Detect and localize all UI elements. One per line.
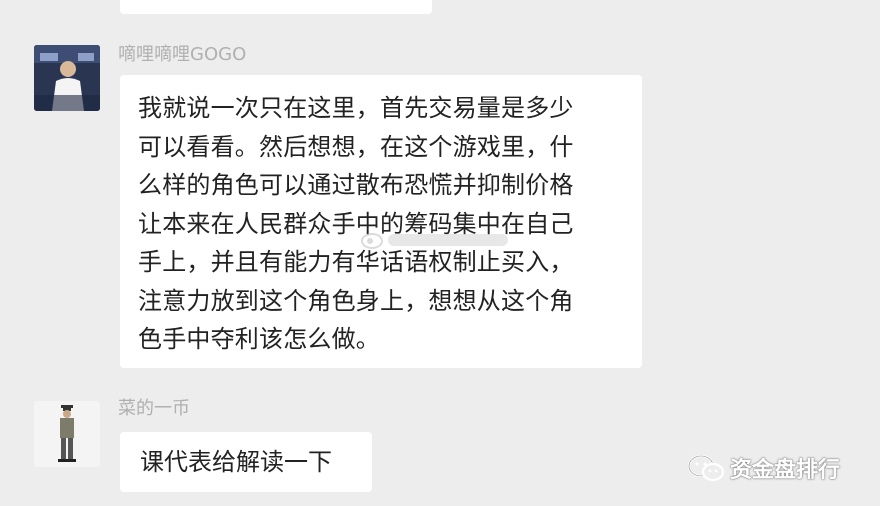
message-line: 么样的角色可以通过散布恐慌并抑制价格 [138,171,574,199]
avatar-photo-icon [34,45,100,111]
watermark-text: 资金盘排行 [730,458,841,483]
wechat-watermark: 资金盘排行 [686,452,840,484]
message-line: 我就说一次只在这里，首先交易量是多少 [138,94,574,122]
message-line: 色手中夺利该怎么做。 [138,325,380,353]
avatar-photo-icon [34,401,100,467]
previous-message-bubble [120,0,432,14]
message-text: 课代表给解读一下 [140,448,332,476]
sender-name: 嘀哩嘀哩GOGO [118,44,247,65]
avatar-sender-1[interactable] [34,45,100,111]
message-bubble[interactable]: 课代表给解读一下 [120,432,372,492]
message-bubble[interactable]: 我就说一次只在这里，首先交易量是多少 可以看看。然后想想，在这个游戏里，什 么样… [120,75,642,368]
avatar-sender-2[interactable] [34,401,100,467]
weibo-watermark-icon [361,233,508,249]
wechat-icon [687,454,725,482]
message-line: 注意力放到这个角色身上，想想从这个角 [138,286,574,315]
message-line: 可以看看。然后想想，在这个游戏里，什 [138,132,574,161]
message-text: 我就说一次只在这里，首先交易量是多少 可以看看。然后想想，在这个游戏里，什 么样… [138,89,633,359]
sender-name: 菜的一币 [118,398,190,419]
